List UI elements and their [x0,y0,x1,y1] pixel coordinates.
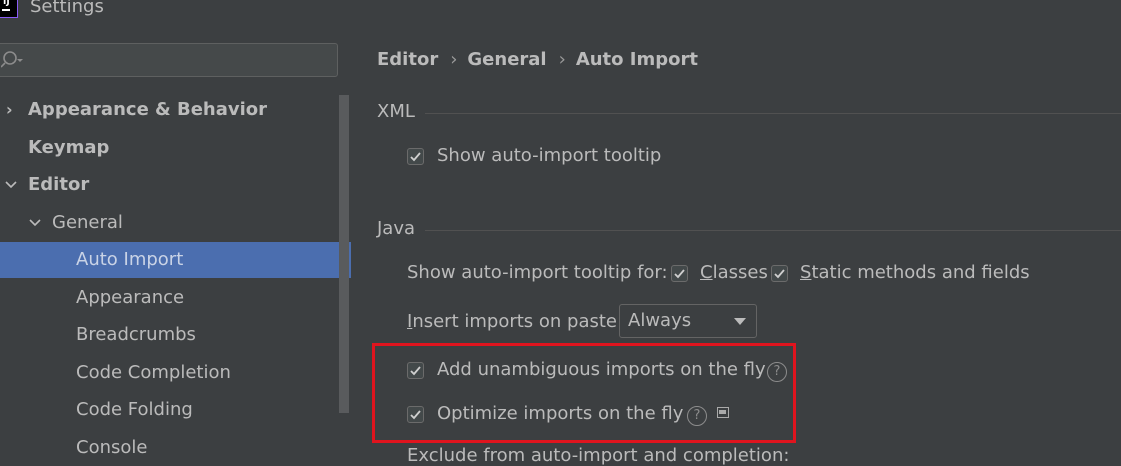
static-methods-label[interactable]: Static methods and fields [800,262,1030,283]
breadcrumb-item-editor[interactable]: Editor [377,49,438,70]
sidebar-item-label: Auto Import [76,249,184,270]
java-section-title: Java [377,218,416,239]
sidebar-item-auto-import[interactable]: Auto Import [0,242,351,278]
highlight-annotation [372,343,796,443]
app-icon: IJ [0,0,18,18]
insert-imports-label-text: nsert imports on paste: [412,311,624,332]
sidebar-item-label: Keymap [28,137,110,158]
sidebar-item-label: Appearance [76,287,185,308]
sidebar-item-general[interactable]: General [0,205,351,241]
show-auto-import-tooltip-label[interactable]: Show auto-import tooltip [437,145,661,166]
title-bar: IJ Settings [0,0,1121,24]
sidebar-item-appearance[interactable]: Appearance [0,280,351,316]
classes-label-text: lasses [712,262,768,283]
sidebar-item-label: General [52,212,123,233]
window-title: Settings [30,0,104,17]
chevron-right-icon: › [6,100,13,119]
insert-imports-value: Always [628,310,692,331]
static-methods-label-text: tatic methods and fields [811,262,1030,283]
app-icon-text: IJ [3,0,10,7]
search-input[interactable] [0,43,338,77]
sidebar-item-keymap[interactable]: Keymap [0,130,351,166]
insert-imports-label: Insert imports on paste: [407,311,623,332]
sidebar-item-editor[interactable]: Editor [0,167,351,203]
sidebar-item-label: Appearance & Behavior [28,99,268,120]
insert-imports-dropdown[interactable]: Always [619,304,757,338]
sidebar-item-appearance-behavior[interactable]: › Appearance & Behavior [0,92,351,128]
tooltip-for-label: Show auto-import tooltip for: [407,262,668,283]
sidebar-item-code-folding[interactable]: Code Folding [0,392,351,428]
sidebar-item-label: Code Folding [76,399,193,420]
sidebar-item-code-completion[interactable]: Code Completion [0,355,351,391]
chevron-down-icon [5,181,17,189]
breadcrumb-separator: › [558,49,566,70]
sidebar-item-label: Editor [28,174,90,195]
section-divider [425,113,1121,114]
sidebar-scrollbar[interactable] [339,95,349,413]
search-icon [1,51,23,68]
classes-mnemonic: C [700,262,713,283]
check-icon [674,269,685,279]
chevron-down-icon [29,219,41,227]
dropdown-arrow-icon [734,318,746,325]
exclude-label: Exclude from auto-import and completion: [407,445,790,466]
breadcrumb-item-general[interactable]: General [467,49,546,70]
classes-label[interactable]: Classes [700,262,768,283]
show-auto-import-tooltip-checkbox[interactable] [407,148,424,165]
section-divider [425,230,1121,231]
static-methods-mnemonic: S [800,262,812,283]
static-methods-checkbox[interactable] [771,265,788,282]
sidebar-item-label: Breadcrumbs [76,324,196,345]
xml-section-title: XML [377,101,415,122]
breadcrumb-item-auto-import: Auto Import [575,49,698,70]
sidebar-item-label: Code Completion [76,362,231,383]
check-icon [410,152,421,162]
sidebar-item-breadcrumbs[interactable]: Breadcrumbs [0,317,351,353]
breadcrumb: Editor › General › Auto Import [377,49,698,70]
breadcrumb-separator: › [450,49,458,70]
settings-sidebar: › Appearance & Behavior Keymap Editor Ge… [0,25,351,461]
check-icon [774,269,785,279]
classes-checkbox[interactable] [671,265,688,282]
